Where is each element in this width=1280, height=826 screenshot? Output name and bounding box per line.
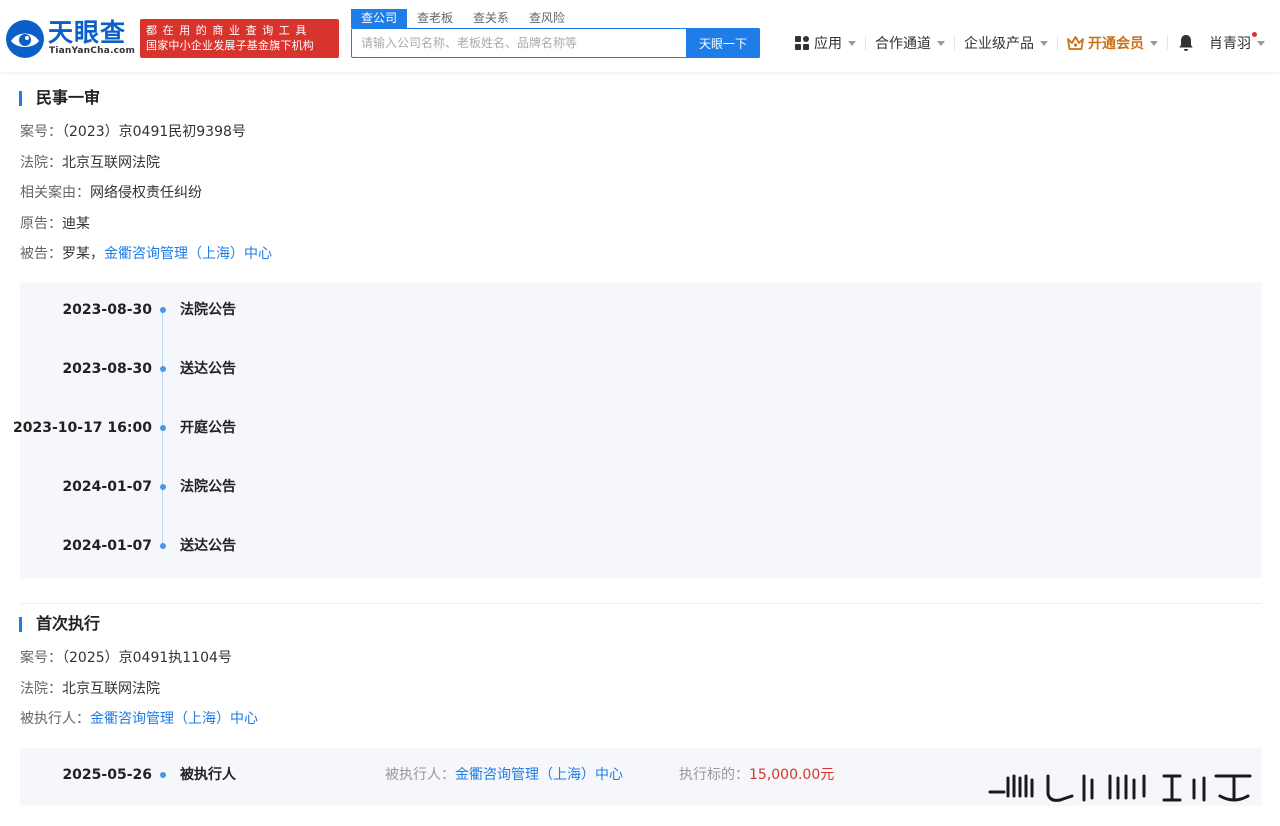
chevron-down-icon: [1257, 40, 1265, 46]
execution-amount: 执行标的：15,000.00元: [679, 765, 834, 785]
plaintiff-row: 原告：迪某: [20, 214, 90, 234]
chevron-down-icon: [937, 40, 945, 46]
defendant-company-link[interactable]: 金衢咨询管理（上海）中心: [104, 246, 272, 262]
timeline-item: 2024-01-07 法院公告: [20, 477, 1262, 497]
case-number-value: （2023）京0491民初9398号: [62, 124, 246, 140]
timeline-dot: [160, 366, 166, 372]
timeline-date: 2023-08-30: [62, 302, 152, 318]
watermark-graphic: [988, 774, 1252, 802]
timeline-date: 2023-08-30: [62, 361, 152, 377]
court-value: 北京互联网法院: [62, 155, 160, 171]
nav-partner-label: 合作通道: [875, 36, 931, 52]
nav-vip-label: 开通会员: [1088, 36, 1144, 52]
nav-apps[interactable]: 应用: [786, 30, 865, 56]
case-number-value: （2025）京0491执1104号: [62, 650, 232, 666]
chevron-down-icon: [1150, 40, 1158, 46]
execution-amount-value: 15,000.00元: [749, 767, 835, 783]
cause-row: 相关案由：网络侵权责任纠纷: [20, 183, 202, 203]
executed-info: 被执行人：金衢咨询管理（上海）中心: [385, 765, 623, 785]
logo-domain: TianYanCha.com: [49, 46, 136, 56]
tianyancha-logo[interactable]: 天眼查 TianYanCha.com: [5, 18, 136, 59]
tab-company[interactable]: 查公司: [351, 9, 408, 28]
timeline-dot: [160, 772, 166, 778]
timeline-label[interactable]: 法院公告: [180, 477, 236, 497]
court-row: 法院：北京互联网法院: [20, 153, 160, 173]
search-input[interactable]: [352, 29, 687, 57]
nav-vip[interactable]: 开通会员: [1058, 30, 1167, 56]
timeline-label[interactable]: 被执行人: [180, 765, 236, 785]
executed-person-row: 被执行人：金衢咨询管理（上海）中心: [20, 709, 258, 729]
case-number-label: 案号：: [20, 650, 62, 666]
timeline-dot: [160, 425, 166, 431]
timeline-dot: [160, 543, 166, 549]
user-name: 肖青羽: [1209, 36, 1251, 52]
tab-boss[interactable]: 查老板: [407, 9, 463, 28]
slogan-line-2: 国家中小企业发展子基金旗下机构: [146, 39, 314, 52]
bell-icon[interactable]: [1178, 34, 1194, 52]
timeline-item: 2023-08-30 法院公告: [20, 300, 1262, 320]
notification-dot: [1252, 32, 1257, 37]
crown-icon: [1067, 36, 1084, 50]
timeline-label[interactable]: 开庭公告: [180, 418, 236, 438]
tab-risk[interactable]: 查风险: [519, 9, 575, 28]
defendant-label: 被告：: [20, 246, 62, 262]
nav-apps-label: 应用: [814, 36, 842, 52]
nav-enterprise[interactable]: 企业级产品: [955, 30, 1057, 56]
timeline-dot: [160, 307, 166, 313]
section-title-civil-first-instance: 民事一审: [19, 88, 100, 108]
timeline-item: 2023-08-30 送达公告: [20, 359, 1262, 379]
nav-partner[interactable]: 合作通道: [866, 30, 954, 56]
court-label: 法院：: [20, 155, 62, 171]
execution-amount-label: 执行标的：: [679, 767, 749, 783]
timeline-label[interactable]: 法院公告: [180, 300, 236, 320]
cause-label: 相关案由：: [20, 185, 90, 201]
court-label: 法院：: [20, 681, 62, 697]
slogan-line-1: 都在用的商业查询工具: [146, 24, 312, 37]
timeline-label[interactable]: 送达公告: [180, 359, 236, 379]
search-box: 天眼一下: [351, 28, 760, 58]
nav-divider: [1167, 36, 1168, 50]
nav-enterprise-label: 企业级产品: [964, 36, 1034, 52]
timeline-item: 2024-01-07 送达公告: [20, 536, 1262, 556]
timeline-date: 2024-01-07: [62, 479, 152, 495]
apps-grid-icon: [795, 36, 809, 50]
eye-logo-icon: [6, 20, 44, 58]
civil-timeline: 2023-08-30 法院公告 2023-08-30 送达公告 2023-10-…: [13, 282, 1262, 578]
plaintiff-label: 原告：: [20, 216, 62, 232]
timeline-date: 2024-01-07: [62, 538, 152, 554]
court-row: 法院：北京互联网法院: [20, 679, 160, 699]
court-value: 北京互联网法院: [62, 681, 160, 697]
chevron-down-icon: [1040, 40, 1048, 46]
search-tabs: 查公司 查老板 查关系 查风险: [351, 9, 575, 28]
case-number-label: 案号：: [20, 124, 62, 140]
plaintiff-value: 迪某: [62, 216, 90, 232]
top-header: 天眼查 TianYanCha.com 都在用的商业查询工具 国家中小企业发展子基…: [0, 0, 1280, 72]
timeline-item: 2023-10-17 16:00 开庭公告: [13, 418, 1262, 438]
defendant-person: 罗某，: [62, 246, 104, 262]
executed-info-label: 被执行人：: [385, 767, 455, 783]
logo-text: 天眼查: [48, 18, 127, 47]
timeline-date: 2023-10-17 16:00: [13, 420, 152, 436]
search-button[interactable]: 天眼一下: [686, 28, 760, 58]
timeline-label[interactable]: 送达公告: [180, 536, 236, 556]
slogan-banner: 都在用的商业查询工具 国家中小企业发展子基金旗下机构: [140, 19, 339, 58]
case-number-row: 案号：（2023）京0491民初9398号: [20, 122, 246, 142]
executed-person-label: 被执行人：: [20, 711, 90, 727]
main-content: 民事一审 案号：（2023）京0491民初9398号 法院：北京互联网法院 相关…: [4, 72, 1276, 826]
defendant-row: 被告：罗某，金衢咨询管理（上海）中心: [20, 244, 272, 264]
timeline-date: 2025-05-26: [62, 767, 152, 783]
timeline-dot: [160, 484, 166, 490]
chevron-down-icon: [848, 40, 856, 46]
top-nav: 应用 合作通道 企业级产品 开通会员 肖青羽: [786, 30, 1274, 56]
section-divider: [20, 603, 1262, 604]
executed-info-link[interactable]: 金衢咨询管理（上海）中心: [455, 767, 623, 783]
tab-relation[interactable]: 查关系: [463, 9, 519, 28]
executed-company-link[interactable]: 金衢咨询管理（上海）中心: [90, 711, 258, 727]
section-title-first-execution: 首次执行: [19, 614, 100, 634]
case-number-row: 案号：（2025）京0491执1104号: [20, 648, 232, 668]
nav-user[interactable]: 肖青羽: [1200, 30, 1274, 56]
cause-value: 网络侵权责任纠纷: [90, 185, 202, 201]
